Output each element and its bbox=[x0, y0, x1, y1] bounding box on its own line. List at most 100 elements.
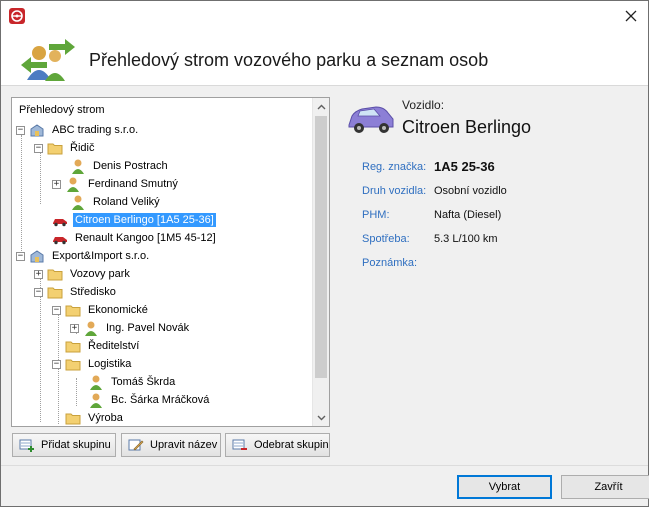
reg-plate-value: 1A5 25-36 bbox=[434, 159, 495, 174]
tree-node-label: Středisko bbox=[70, 286, 116, 298]
folder-icon bbox=[47, 266, 63, 282]
tree-node-group[interactable]: − Ekonomické bbox=[52, 301, 150, 319]
car-icon bbox=[52, 230, 68, 246]
tree-node-person[interactable]: + Ing. Pavel Novák bbox=[70, 319, 191, 337]
vehicle-type-value: Osobní vozidlo bbox=[434, 185, 507, 197]
remove-group-icon bbox=[232, 437, 248, 453]
collapse-icon[interactable]: − bbox=[16, 125, 25, 135]
folder-icon bbox=[65, 338, 81, 354]
vehicle-caption: Vozidlo: bbox=[402, 98, 445, 112]
expand-icon[interactable]: + bbox=[52, 179, 61, 189]
remove-group-button[interactable]: Odebrat skupinu bbox=[225, 433, 330, 457]
tree-node-company[interactable]: − ABC trading s.r.o. bbox=[16, 121, 140, 139]
tree-node-person[interactable]: Roland Veliký bbox=[70, 193, 162, 211]
vehicle-name: Citroen Berlingo bbox=[402, 117, 532, 137]
tree-line bbox=[21, 135, 22, 253]
chevron-up-icon bbox=[317, 104, 325, 109]
select-button[interactable]: Vybrat bbox=[457, 475, 552, 499]
folder-icon bbox=[47, 140, 63, 156]
collapse-icon[interactable]: − bbox=[52, 305, 61, 315]
vehicle-type-label: Druh vozidla: bbox=[362, 185, 427, 197]
car-icon bbox=[52, 212, 68, 228]
people-exchange-icon bbox=[19, 38, 77, 85]
note-label: Poznámka: bbox=[362, 257, 418, 269]
rename-button[interactable]: Upravit název bbox=[121, 433, 221, 457]
person-icon bbox=[70, 194, 86, 210]
close-icon bbox=[625, 10, 637, 21]
tree-node-label: Bc. Šárka Mráčková bbox=[111, 394, 210, 406]
folder-icon bbox=[65, 410, 81, 426]
tree-node-group[interactable]: − Řidič bbox=[34, 139, 96, 157]
add-group-label: Přidat skupinu bbox=[41, 439, 111, 451]
folder-icon bbox=[47, 284, 63, 300]
collapse-icon[interactable]: − bbox=[16, 251, 25, 261]
add-group-icon bbox=[19, 437, 35, 453]
tree-line bbox=[40, 152, 41, 204]
page-title: Přehledový strom vozového parku a seznam… bbox=[89, 50, 489, 70]
tree-node-label: Roland Veliký bbox=[93, 196, 160, 208]
scroll-up-button[interactable] bbox=[313, 98, 329, 115]
tree-line bbox=[76, 378, 77, 406]
tree-caption: Přehledový strom bbox=[19, 104, 105, 116]
collapse-icon[interactable]: − bbox=[34, 143, 43, 153]
header: Přehledový strom vozového parku a seznam… bbox=[1, 30, 648, 86]
chevron-down-icon bbox=[317, 415, 325, 420]
person-icon bbox=[88, 392, 104, 408]
tree-node-person[interactable]: Bc. Šárka Mráčková bbox=[88, 391, 211, 409]
reg-plate-label: Reg. značka: bbox=[362, 161, 427, 173]
tree-node-label: Ing. Pavel Novák bbox=[106, 322, 190, 334]
tree-node-group[interactable]: + Vozovy park bbox=[34, 265, 132, 283]
tree-node-label-selected: Citroen Berlingo [1A5 25-36] bbox=[73, 213, 216, 227]
folder-icon bbox=[65, 356, 81, 372]
collapse-icon[interactable]: − bbox=[52, 359, 61, 369]
person-icon bbox=[65, 176, 81, 192]
title-bar bbox=[1, 1, 648, 30]
tree-scrollbar[interactable] bbox=[312, 98, 329, 426]
collapse-icon[interactable]: − bbox=[34, 287, 43, 297]
consumption-label: Spotřeba: bbox=[362, 233, 410, 245]
scroll-thumb[interactable] bbox=[315, 116, 327, 378]
close-button[interactable] bbox=[614, 1, 648, 30]
rename-label: Upravit název bbox=[150, 439, 218, 451]
tree-node-vehicle[interactable]: Citroen Berlingo [1A5 25-36] bbox=[52, 211, 216, 229]
dialog-window: Přehledový strom vozového parku a seznam… bbox=[0, 0, 649, 507]
tree-node-group[interactable]: − Logistika bbox=[52, 355, 133, 373]
add-group-button[interactable]: Přidat skupinu bbox=[12, 433, 116, 457]
car-large-icon bbox=[346, 99, 396, 140]
folder-icon bbox=[65, 302, 81, 318]
tree-node-label: Tomáš Škrda bbox=[111, 376, 176, 388]
steering-wheel-icon bbox=[9, 8, 25, 24]
tree-node-label: Logistika bbox=[88, 358, 132, 370]
edit-icon bbox=[128, 437, 144, 453]
tree-node-label: Denis Postrach bbox=[93, 160, 168, 172]
close-dialog-button[interactable]: Zavřít bbox=[561, 475, 649, 499]
tree-node-group[interactable]: − Středisko bbox=[34, 283, 118, 301]
tree-node-label: Renault Kangoo [1M5 45-12] bbox=[75, 232, 216, 244]
scroll-down-button[interactable] bbox=[313, 409, 329, 426]
company-icon bbox=[29, 122, 45, 138]
footer-divider bbox=[1, 465, 648, 466]
tree-node-label: Ekonomické bbox=[88, 304, 148, 316]
company-icon bbox=[29, 248, 45, 264]
overview-tree[interactable]: Přehledový strom − ABC trading s.r.o. − … bbox=[11, 97, 330, 427]
person-icon bbox=[83, 320, 99, 336]
tree-node-person[interactable]: + Ferdinand Smutný bbox=[52, 175, 180, 193]
fuel-value: Nafta (Diesel) bbox=[434, 209, 502, 221]
person-icon bbox=[88, 374, 104, 390]
tree-node-person[interactable]: Denis Postrach bbox=[70, 157, 170, 175]
tree-node-company[interactable]: − Export&Import s.r.o. bbox=[16, 247, 151, 265]
tree-node-group[interactable]: Výroba bbox=[65, 409, 125, 426]
tree-node-person[interactable]: Tomáš Škrda bbox=[88, 373, 177, 391]
tree-node-label: Ředitelství bbox=[88, 340, 140, 352]
tree-node-group[interactable]: Ředitelství bbox=[65, 337, 141, 355]
expand-icon[interactable]: + bbox=[34, 269, 43, 279]
person-icon bbox=[70, 158, 86, 174]
expand-icon[interactable]: + bbox=[70, 323, 79, 333]
tree-node-label: Ferdinand Smutný bbox=[88, 178, 178, 190]
consumption-value: 5.3 L/100 km bbox=[434, 233, 498, 245]
tree-node-label: Vozovy park bbox=[70, 268, 130, 280]
tree-node-label: Export&Import s.r.o. bbox=[52, 250, 150, 262]
fuel-label: PHM: bbox=[362, 209, 390, 221]
tree-node-label: ABC trading s.r.o. bbox=[52, 124, 139, 136]
tree-node-vehicle[interactable]: Renault Kangoo [1M5 45-12] bbox=[52, 229, 218, 247]
